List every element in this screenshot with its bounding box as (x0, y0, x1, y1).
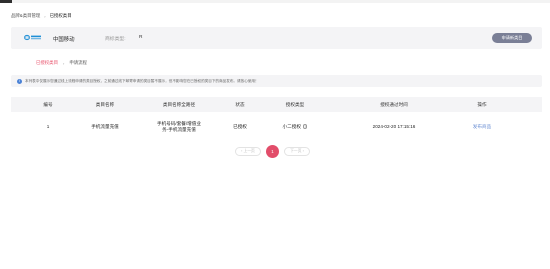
question-icon[interactable]: ? (302, 124, 308, 129)
column-header-category-path: 类目名称全路径 (162, 101, 196, 107)
apply-new-category-button[interactable]: 申请新类目 (492, 33, 532, 43)
row-approved-time: 2024-02-20 17:15:16 (372, 124, 416, 129)
platform-type-value: R (139, 35, 143, 40)
row-id: 1 (46, 124, 50, 129)
breadcrumb-separator: › (44, 13, 46, 19)
table-row: 1 手机流量充值 手机号码/套餐/增值业 务-手机流量充值 已授权 小二授权 ?… (11, 117, 542, 136)
row-category-name: 手机流量充值 (91, 123, 119, 129)
row-category-path-line2: 务-手机流量充值 (162, 126, 196, 132)
row-category-path: 手机号码/套餐/增值业 务-手机流量充值 (153, 117, 205, 136)
prev-page-button[interactable]: ‹ 上一页 (235, 147, 261, 156)
column-header-status: 状态 (235, 101, 245, 107)
platform-type-label: 商标类型: (105, 37, 126, 42)
table-header: 编号 类目名称 类目名称全路径 状态 授权类型 授权通过时间 操作 (11, 97, 542, 112)
column-header-approved-time: 授权通过时间 (380, 101, 408, 107)
info-icon: i (17, 78, 22, 84)
row-auth-type: 小二授权 ? (273, 117, 317, 136)
column-header-action: 操作 (477, 101, 487, 107)
next-page-button[interactable]: 下一页 › (284, 147, 310, 156)
tab-separator: › (62, 60, 65, 66)
row-auth-type-text: 小二授权 (282, 123, 301, 129)
brand-name: 中国移动 (53, 36, 75, 43)
column-header-auth-type: 授权类型 (285, 101, 305, 107)
breadcrumb-parent-link[interactable]: 品牌&类目管理 (11, 13, 40, 19)
row-status: 已授权 (233, 123, 247, 129)
breadcrumb: 品牌&类目管理 › 已授权类目 (11, 13, 72, 19)
pagination: ‹ 上一页 1 下一页 › (235, 145, 310, 158)
column-header-id: 编号 (43, 101, 53, 107)
publish-product-link[interactable]: 发布商品 (467, 117, 497, 136)
page-1-button[interactable]: 1 (266, 145, 279, 158)
brand-card: 中国移动 商标类型: R 申请新类目 (11, 27, 542, 49)
china-mobile-logo (24, 34, 41, 41)
tab-authorized-categories[interactable]: 已授权类目 (36, 60, 58, 66)
row-category-path-line1: 手机号码/套餐/增值业 (157, 121, 201, 127)
tab-bar: 已授权类目 › 申请流程 (36, 60, 87, 66)
notice-banner: i 本列表中仅展示您通过线上流程申请的类目授权，之前通过线下邮寄申请的类目暂不展… (11, 75, 542, 87)
top-bar (0, 0, 550, 3)
column-header-category-name: 类目名称 (95, 101, 115, 107)
breadcrumb-current: 已授权类目 (49, 13, 72, 18)
notice-text: 本列表中仅展示您通过线上流程申请的类目授权，之前通过线下邮寄申请的类目暂不展示，… (25, 78, 259, 83)
tab-application-process[interactable]: 申请流程 (69, 60, 87, 66)
top-bar-accent (0, 0, 12, 3)
